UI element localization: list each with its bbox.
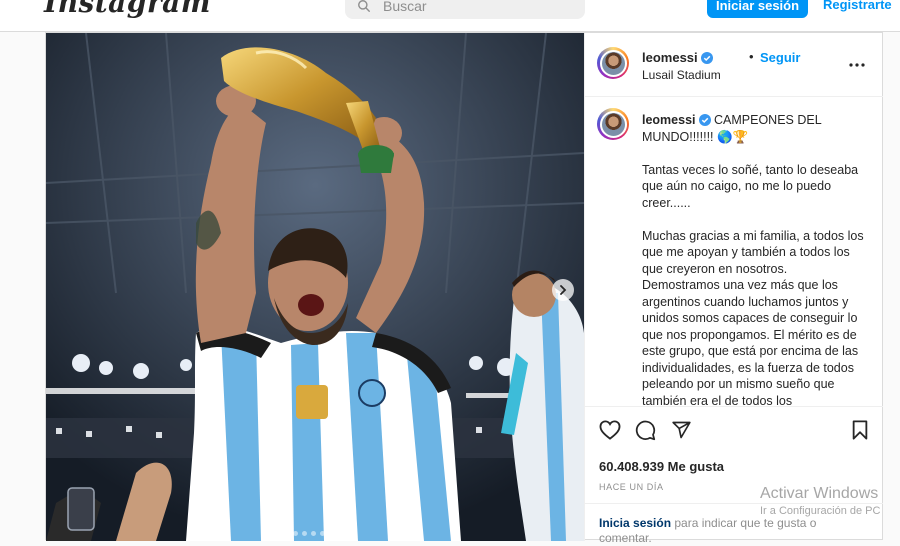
chevron-right-icon — [560, 285, 567, 295]
login-button[interactable]: Iniciar sesión — [707, 0, 808, 18]
carousel-dot — [311, 531, 316, 536]
carousel-next-button[interactable] — [552, 279, 574, 301]
verified-icon — [698, 114, 711, 126]
top-navigation: Instagram Iniciar sesión Registrarte — [0, 0, 900, 32]
more-options-button[interactable] — [849, 54, 865, 72]
separator-dot: • — [749, 49, 754, 64]
post-actions: 60.408.939 Me gusta HACE UN DÍA Inicia s… — [585, 406, 883, 545]
post-card: leomessi • Seguir Lusail Stadium leomess… — [45, 32, 883, 545]
signup-link[interactable]: Registrarte — [823, 0, 892, 12]
instagram-logo[interactable]: Instagram — [44, 0, 211, 19]
post-timestamp[interactable]: HACE UN DÍA — [599, 482, 664, 492]
caption-paragraph: Tantas veces lo soñé, tanto lo deseaba q… — [642, 162, 859, 210]
follow-button[interactable]: Seguir — [760, 50, 800, 65]
bookmark-icon — [852, 420, 868, 440]
carousel-dot — [284, 531, 289, 536]
like-button[interactable] — [599, 420, 621, 445]
heart-icon — [599, 420, 621, 440]
post-photo[interactable] — [46, 33, 584, 541]
likes-count[interactable]: 60.408.939 Me gusta — [599, 459, 724, 474]
avatar[interactable] — [597, 108, 629, 140]
watermark-subtitle: Ir a Configuración de PC — [760, 505, 881, 517]
login-link[interactable]: Inicia sesión — [599, 516, 671, 530]
post-side-panel: leomessi • Seguir Lusail Stadium leomess… — [584, 33, 883, 545]
verified-icon — [700, 52, 713, 64]
carousel-dot — [320, 531, 325, 536]
search-icon — [358, 0, 370, 12]
carousel-dot — [347, 531, 352, 536]
more-options-icon — [849, 63, 865, 67]
carousel-dot — [302, 531, 307, 536]
post-location[interactable]: Lusail Stadium — [642, 68, 721, 82]
caption-username[interactable]: leomessi — [642, 113, 696, 127]
post-image — [46, 33, 584, 541]
carousel-dot — [293, 531, 298, 536]
watermark-title: Activar Windows — [760, 485, 879, 502]
caption-body: leomessi CAMPEONES DEL MUNDO!!!!!!! 🌎🏆 T… — [642, 112, 866, 405]
windows-activation-watermark: Activar Windows Ir a Configuración de PC — [760, 485, 880, 517]
share-button[interactable] — [671, 420, 692, 445]
carousel-dot — [329, 531, 334, 536]
carousel-dot — [338, 531, 343, 536]
search-input[interactable] — [381, 0, 565, 15]
share-icon — [672, 421, 691, 439]
carousel-dot — [266, 531, 271, 536]
post-caption: leomessi CAMPEONES DEL MUNDO!!!!!!! 🌎🏆 T… — [585, 97, 883, 405]
comment-icon — [635, 420, 656, 441]
carousel-dot — [275, 531, 280, 536]
caption-paragraph: Muchas gracias a mi familia, a todos los… — [642, 228, 864, 406]
carousel-dots — [266, 531, 352, 536]
save-button[interactable] — [851, 420, 869, 445]
post-header: leomessi • Seguir Lusail Stadium — [585, 33, 883, 97]
post-author-username[interactable]: leomessi — [642, 50, 713, 65]
search-box[interactable] — [345, 0, 585, 19]
comment-button[interactable] — [635, 420, 656, 446]
avatar[interactable] — [597, 47, 629, 79]
